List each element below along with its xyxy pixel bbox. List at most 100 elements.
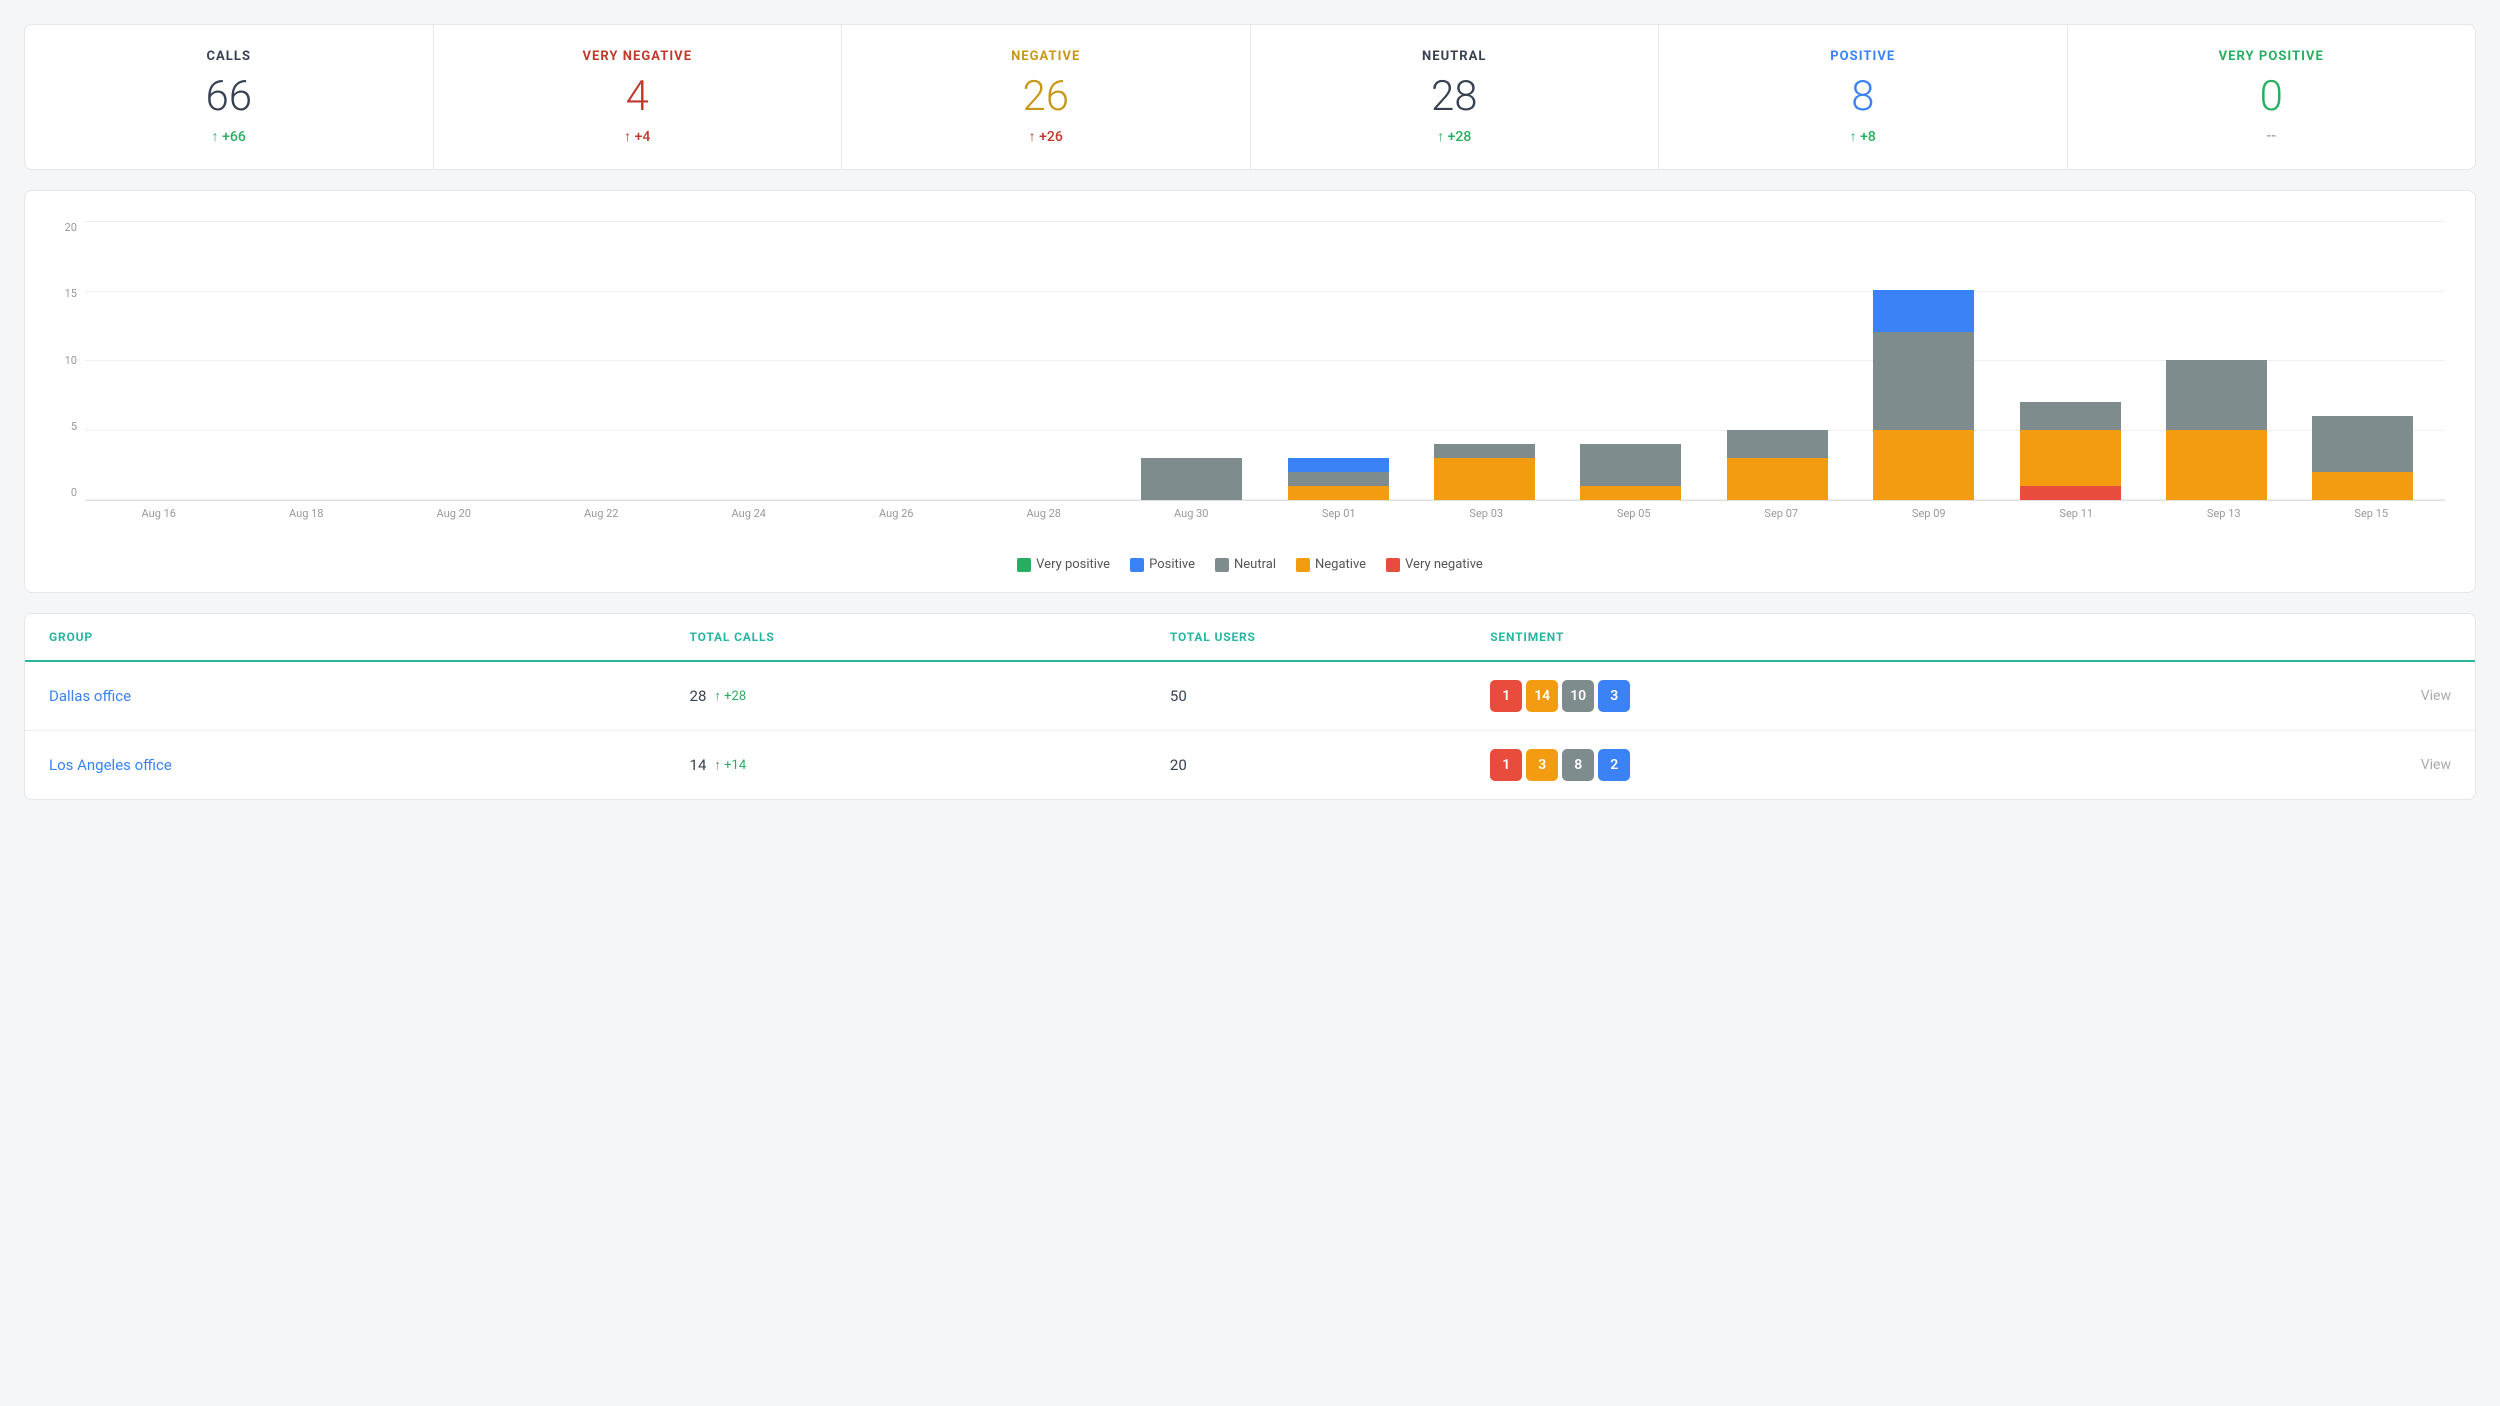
sentiment-badge: 2 (1598, 749, 1630, 781)
card-value: 8 (1679, 76, 2047, 118)
card-label: VERY POSITIVE (2088, 49, 2456, 64)
x-label: Aug 30 (1118, 507, 1266, 520)
sentiment-cell: 1382 (1490, 749, 2131, 781)
legend-label: Very positive (1036, 557, 1110, 572)
legend-item: Very negative (1386, 557, 1483, 572)
x-label: Sep 11 (2003, 507, 2151, 520)
bar-segment (1580, 444, 1681, 486)
y-label: 10 (55, 354, 85, 367)
bar-segment (2020, 402, 2121, 430)
legend-dot (1215, 558, 1229, 572)
x-label: Aug 22 (528, 507, 676, 520)
bar-group (1705, 221, 1849, 500)
bars-wrapper (85, 221, 2445, 500)
x-label: Sep 05 (1560, 507, 1708, 520)
table-row: Los Angeles office 14 ↑ +14 20 1382 View (25, 731, 2475, 799)
chart-section: 05101520 Aug 16Aug 18Aug 20Aug 22Aug 24A… (24, 190, 2476, 593)
card-delta: ↑ +66 (45, 128, 413, 145)
bar-segment (1580, 486, 1681, 500)
card-label: NEUTRAL (1271, 49, 1639, 64)
card-label: NEGATIVE (862, 49, 1230, 64)
x-label: Sep 03 (1413, 507, 1561, 520)
x-axis: Aug 16Aug 18Aug 20Aug 22Aug 24Aug 26Aug … (85, 501, 2445, 520)
summary-card-calls: CALLS 66 ↑ +66 (25, 25, 434, 169)
x-label: Aug 20 (380, 507, 528, 520)
bar-group (681, 221, 825, 500)
bar-segment (2020, 486, 2121, 500)
summary-card-neutral: NEUTRAL 28 ↑ +28 (1251, 25, 1660, 169)
x-label: Aug 26 (823, 507, 971, 520)
chart-area: 05101520 (55, 221, 2445, 501)
x-label: Sep 15 (2298, 507, 2446, 520)
x-label: Aug 16 (85, 507, 233, 520)
total-calls-cell: 14 ↑ +14 (690, 756, 1170, 774)
bar-segment (2312, 416, 2413, 472)
bar-segment (1434, 444, 1535, 458)
card-delta: -- (2088, 128, 2456, 144)
x-label: Sep 07 (1708, 507, 1856, 520)
legend-item: Negative (1296, 557, 1366, 572)
bar-segment (2166, 360, 2267, 430)
sentiment-cell: 114103 (1490, 680, 2131, 712)
bar-segment (1873, 430, 1974, 500)
legend-label: Neutral (1234, 557, 1276, 572)
bar-group (827, 221, 971, 500)
bar-group (1266, 221, 1410, 500)
bar-segment (1873, 290, 1974, 332)
card-value: 4 (454, 76, 822, 118)
bar-segment (1288, 472, 1389, 486)
calls-delta: ↑ +28 (714, 688, 746, 704)
view-link[interactable]: View (2131, 757, 2451, 773)
group-name[interactable]: Los Angeles office (49, 756, 690, 774)
chart-container: 05101520 Aug 16Aug 18Aug 20Aug 22Aug 24A… (55, 221, 2445, 541)
legend-item: Positive (1130, 557, 1195, 572)
bar-group (2291, 221, 2435, 500)
sentiment-badge: 14 (1526, 680, 1558, 712)
card-label: CALLS (45, 49, 413, 64)
chart-body (85, 221, 2445, 501)
table-section: GROUPTOTAL CALLSTOTAL USERSSENTIMENT Dal… (24, 613, 2476, 800)
x-label: Aug 28 (970, 507, 1118, 520)
bar-group (388, 221, 532, 500)
x-label: Sep 13 (2150, 507, 2298, 520)
bar-group (95, 221, 239, 500)
bar-group (1120, 221, 1264, 500)
card-delta: ↑ +26 (862, 128, 1230, 145)
legend-dot (1017, 558, 1031, 572)
bar-group (1998, 221, 2142, 500)
bar-segment (1873, 332, 1974, 430)
bar-segment (1727, 430, 1828, 458)
bar-group (534, 221, 678, 500)
sentiment-badge: 3 (1598, 680, 1630, 712)
legend-label: Negative (1315, 557, 1366, 572)
x-label: Sep 01 (1265, 507, 1413, 520)
bar-segment (2166, 430, 2267, 500)
total-calls-cell: 28 ↑ +28 (690, 687, 1170, 705)
table-header-cell (2131, 630, 2451, 644)
table-header-cell: GROUP (49, 630, 690, 644)
table-body: Dallas office 28 ↑ +28 50 114103 View Lo… (25, 662, 2475, 799)
view-link[interactable]: View (2131, 688, 2451, 704)
sentiment-badge: 1 (1490, 680, 1522, 712)
bar-group (241, 221, 385, 500)
summary-card-very-negative: VERY NEGATIVE 4 ↑ +4 (434, 25, 843, 169)
total-calls-value: 28 (690, 687, 707, 705)
bar-segment (1727, 458, 1828, 500)
sentiment-badge: 8 (1562, 749, 1594, 781)
summary-card-positive: POSITIVE 8 ↑ +8 (1659, 25, 2068, 169)
total-users-cell: 50 (1170, 687, 1490, 705)
bar-group (1852, 221, 1996, 500)
table-header-cell: TOTAL CALLS (690, 630, 1170, 644)
legend-label: Positive (1149, 557, 1195, 572)
bar-segment (2312, 472, 2413, 500)
legend-label: Very negative (1405, 557, 1483, 572)
y-label: 5 (55, 420, 85, 433)
legend-item: Very positive (1017, 557, 1110, 572)
card-value: 0 (2088, 76, 2456, 118)
card-delta: ↑ +4 (454, 128, 822, 145)
legend-item: Neutral (1215, 557, 1276, 572)
legend-dot (1296, 558, 1310, 572)
calls-delta: ↑ +14 (714, 757, 746, 773)
group-name[interactable]: Dallas office (49, 687, 690, 705)
legend-dot (1386, 558, 1400, 572)
